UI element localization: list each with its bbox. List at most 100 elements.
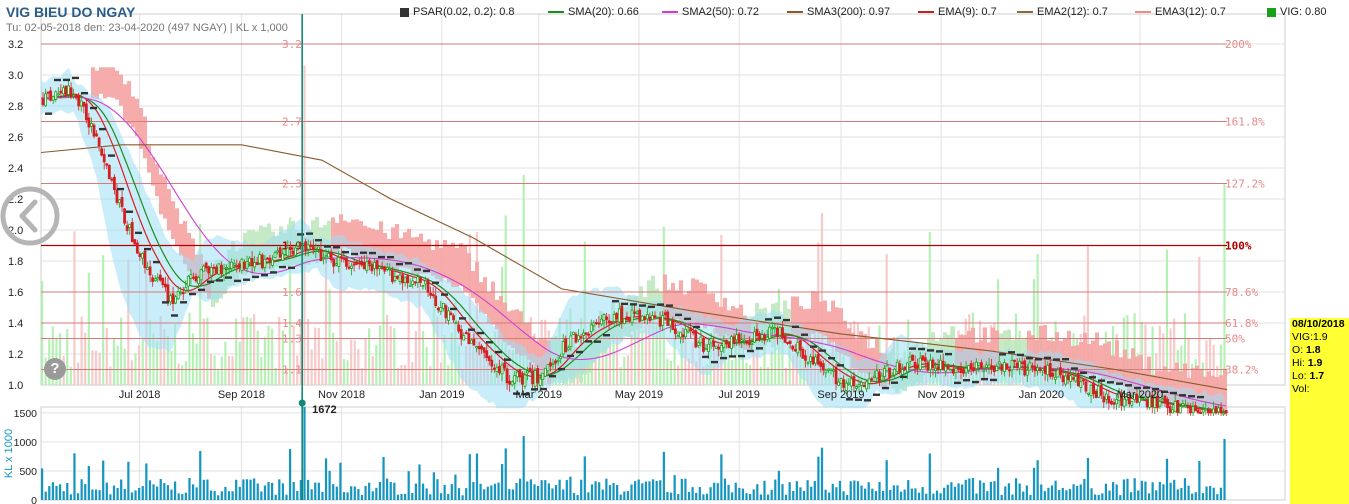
candle-body xyxy=(684,328,687,338)
candle-body xyxy=(107,165,111,180)
volume-bar xyxy=(375,487,378,500)
volume-bar xyxy=(587,492,590,500)
background-volume-bar xyxy=(267,325,270,385)
candle-body xyxy=(1217,407,1220,413)
candle-body xyxy=(304,241,308,252)
volume-bar xyxy=(756,484,759,500)
volume-tick-label: 500 xyxy=(19,466,37,478)
volume-bar xyxy=(271,482,274,500)
candle-body xyxy=(485,350,489,358)
candle-body xyxy=(296,241,300,247)
psar-dot xyxy=(819,349,826,352)
volume-bar xyxy=(62,491,65,500)
psar-dot xyxy=(423,269,430,273)
candle-body xyxy=(515,371,519,378)
background-volume-bar xyxy=(411,362,414,385)
volume-bar xyxy=(274,494,277,500)
psar-dot xyxy=(693,325,700,329)
fibonacci-price-label: 2.7 xyxy=(282,116,302,129)
background-volume-bar xyxy=(94,350,98,385)
candle-body xyxy=(1084,381,1088,392)
volume-bar xyxy=(662,451,665,500)
candle-body xyxy=(503,362,506,369)
candle-body xyxy=(130,222,134,242)
candle-body xyxy=(169,295,172,303)
volume-bar xyxy=(109,494,112,500)
legend-item-vig[interactable]: VIG: 0.80 xyxy=(1267,6,1326,18)
background-volume-bar xyxy=(310,349,313,385)
volume-bar xyxy=(285,494,288,500)
volume-bar xyxy=(885,460,888,500)
candle-body xyxy=(311,246,315,250)
volume-bar xyxy=(695,492,698,500)
psar-dot xyxy=(1116,382,1123,385)
candle-body xyxy=(676,335,680,338)
legend-item-psar[interactable]: PSAR(0.02, 0.2): 0.8 xyxy=(400,6,515,18)
help-button[interactable]: ? xyxy=(44,358,66,380)
candle-body xyxy=(518,369,522,378)
previous-period-button[interactable] xyxy=(0,186,62,248)
background-volume-bar xyxy=(102,255,105,385)
volume-bar xyxy=(1137,490,1140,500)
ohlc-info-box: 08/10/2018 VIG:1.9 O: 1.8 Hi: 1.9 Lo: 1.… xyxy=(1290,318,1349,504)
volume-bar xyxy=(184,492,187,500)
legend-item-sma50[interactable]: SMA2(50): 0.72 xyxy=(662,6,759,18)
candle-body xyxy=(54,91,58,100)
background-volume-bar xyxy=(407,290,410,385)
candle-body xyxy=(232,263,236,266)
psar-dot xyxy=(981,377,988,381)
volume-bar xyxy=(892,485,895,500)
candle-body xyxy=(651,315,654,321)
volume-bar xyxy=(860,485,863,500)
psar-dot xyxy=(1089,376,1096,379)
candle-body xyxy=(383,266,387,272)
background-volume-bar xyxy=(231,356,234,385)
candle-body xyxy=(1168,406,1172,413)
volume-bar xyxy=(551,488,554,500)
candle-body xyxy=(559,356,563,360)
volume-bar xyxy=(1083,478,1086,500)
volume-bar xyxy=(80,479,83,500)
candle-body xyxy=(199,269,203,281)
candle-body xyxy=(691,331,695,334)
volume-bar xyxy=(817,456,820,500)
volume-bar xyxy=(511,489,515,500)
background-volume-bar xyxy=(213,355,216,385)
volume-bar xyxy=(989,481,993,500)
psar-dot xyxy=(54,78,61,82)
candle-body xyxy=(1043,365,1047,374)
legend-item-ema9[interactable]: EMA(9): 0.7 xyxy=(918,6,997,18)
background-volume-bar xyxy=(105,327,108,385)
volume-bar xyxy=(41,468,44,500)
legend-item-sma200[interactable]: SMA3(200): 0.97 xyxy=(787,6,890,18)
legend-item-ema12[interactable]: EMA2(12): 0.7 xyxy=(1017,6,1108,18)
psar-dot xyxy=(612,299,619,303)
candle-body xyxy=(551,362,555,365)
fibonacci-pct-label: 127.2% xyxy=(1225,178,1265,191)
psar-dot xyxy=(1053,358,1060,361)
volume-bar xyxy=(1022,491,1025,500)
legend-item-sma20[interactable]: SMA(20): 0.66 xyxy=(548,6,639,18)
candle-body xyxy=(890,375,894,378)
candle-body xyxy=(1051,372,1055,377)
background-volume-bar xyxy=(306,318,310,385)
candle-body xyxy=(1069,375,1073,382)
legend-item-ema3[interactable]: EMA3(12): 0.7 xyxy=(1135,6,1226,18)
psar-dot xyxy=(765,318,772,321)
candle-body xyxy=(862,384,866,387)
candle-body xyxy=(457,324,461,332)
psar-dot xyxy=(702,355,709,359)
background-volume-bar xyxy=(112,337,116,385)
candle-body xyxy=(1020,361,1024,364)
volume-bar xyxy=(1173,479,1176,500)
psar-dot xyxy=(63,78,70,82)
background-volume-bar xyxy=(220,356,223,385)
candle-body xyxy=(299,242,302,245)
candle-body xyxy=(648,316,652,322)
candle-body xyxy=(658,317,662,327)
candle-body xyxy=(661,315,665,326)
volume-bar xyxy=(454,474,457,500)
candle-body xyxy=(714,345,718,349)
volume-bar xyxy=(461,495,464,500)
volume-bar xyxy=(749,493,752,500)
